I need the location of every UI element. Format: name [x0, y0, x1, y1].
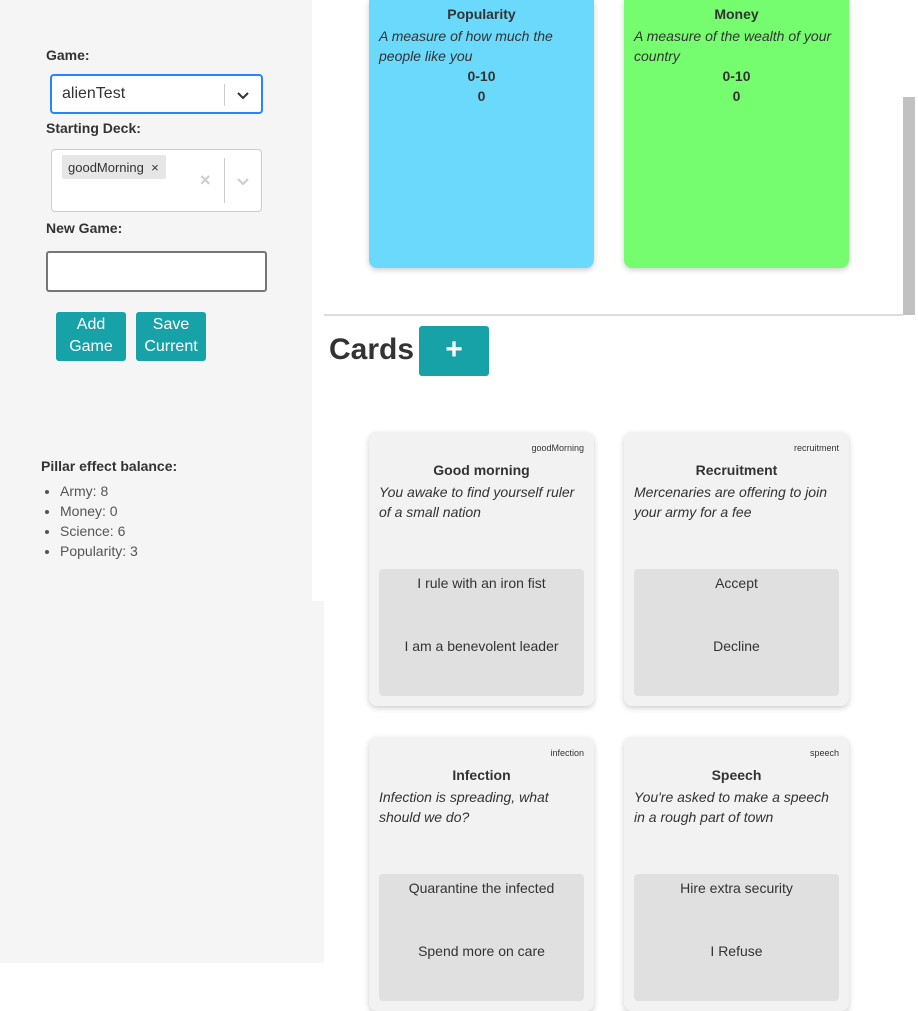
card-answer[interactable]: Spend more on care — [379, 943, 584, 959]
main-content: Popularity A measure of how much the peo… — [324, 0, 918, 1011]
remove-chip-icon[interactable]: × — [144, 155, 166, 179]
add-card-button[interactable]: + — [419, 326, 489, 376]
select-separator — [224, 84, 225, 106]
card-desc: Mercenaries are offering to join your ar… — [634, 484, 827, 520]
card-answers: Hire extra security I Refuse — [634, 874, 839, 1001]
balance-item: Army: 8 — [60, 483, 138, 503]
sidebar: Game: alienTest Starting Deck: goodMorni… — [0, 0, 324, 963]
balance-item: Science: 6 — [60, 523, 138, 543]
card-answer[interactable]: I am a benevolent leader — [379, 638, 584, 654]
section-divider — [324, 314, 903, 316]
balance-item: Money: 0 — [60, 503, 138, 523]
card-recruitment[interactable]: recruitment Recruitment Mercenaries are … — [624, 432, 849, 706]
pillar-card-money[interactable]: Money A measure of the wealth of your co… — [624, 0, 849, 268]
pillar-title: Money — [714, 6, 759, 22]
deck-label: Starting Deck: — [46, 120, 141, 136]
pillar-range: 0-10 — [722, 68, 751, 84]
pillar-desc: A measure of the wealth of your country — [634, 28, 832, 64]
pillar-value: 0 — [732, 88, 741, 104]
card-desc: You're asked to make a speech in a rough… — [634, 789, 829, 825]
card-answers: Accept Decline — [634, 569, 839, 696]
pillar-value: 0 — [477, 88, 486, 104]
deck-chip-label: goodMorning — [68, 159, 144, 175]
cards-heading: Cards — [329, 333, 415, 366]
select-separator — [224, 158, 225, 203]
card-answer[interactable]: Accept — [634, 575, 839, 591]
card-title: Speech — [711, 767, 762, 783]
card-answer[interactable]: I Refuse — [634, 943, 839, 959]
card-tag: recruitment — [793, 443, 839, 453]
card-title: Infection — [452, 767, 511, 783]
card-title: Recruitment — [695, 462, 778, 478]
clear-icon[interactable]: × — [200, 170, 211, 191]
card-tag: goodMorning — [531, 443, 584, 453]
game-select-value: alienTest — [62, 85, 126, 102]
sidebar-gap — [312, 0, 324, 601]
chevron-down-icon[interactable] — [233, 171, 253, 191]
pillars-scrollbar[interactable] — [903, 97, 915, 315]
game-label: Game: — [46, 47, 90, 63]
card-good-morning[interactable]: goodMorning Good morning You awake to fi… — [369, 432, 594, 706]
chevron-down-icon[interactable] — [233, 85, 253, 105]
pillar-title: Popularity — [447, 6, 516, 22]
card-title: Good morning — [433, 462, 530, 478]
save-current-label: Save Current — [144, 316, 198, 355]
balance-list: Army: 8 Money: 0 Science: 6 Popularity: … — [60, 483, 138, 563]
card-infection[interactable]: infection Infection Infection is spreadi… — [369, 737, 594, 1011]
card-speech[interactable]: speech Speech You're asked to make a spe… — [624, 737, 849, 1011]
card-answer[interactable]: Decline — [634, 638, 839, 654]
balance-title: Pillar effect balance: — [41, 458, 178, 474]
pillar-card-popularity[interactable]: Popularity A measure of how much the peo… — [369, 0, 594, 268]
balance-item: Popularity: 3 — [60, 543, 138, 563]
card-tag: speech — [809, 748, 839, 758]
pillar-desc: A measure of how much the people like yo… — [379, 28, 553, 64]
add-game-label: Add Game — [69, 316, 113, 355]
game-select[interactable]: alienTest — [50, 74, 263, 114]
deck-chip: goodMorning × — [62, 155, 166, 179]
card-answers: I rule with an iron fist I am a benevole… — [379, 569, 584, 696]
card-answer[interactable]: Hire extra security — [634, 880, 839, 896]
card-desc: Infection is spreading, what should we d… — [379, 789, 549, 825]
card-answer[interactable]: I rule with an iron fist — [379, 575, 584, 591]
add-game-button[interactable]: Add Game — [56, 312, 126, 361]
card-answer[interactable]: Quarantine the infected — [379, 880, 584, 896]
pillar-range: 0-10 — [467, 68, 496, 84]
new-game-input[interactable] — [46, 251, 267, 292]
card-tag: infection — [550, 748, 584, 758]
card-answers: Quarantine the infected Spend more on ca… — [379, 874, 584, 1001]
new-game-label: New Game: — [46, 220, 123, 236]
deck-multiselect[interactable]: goodMorning × × — [51, 149, 262, 212]
save-current-button[interactable]: Save Current — [136, 312, 206, 361]
card-desc: You awake to find yourself ruler of a sm… — [379, 484, 575, 520]
